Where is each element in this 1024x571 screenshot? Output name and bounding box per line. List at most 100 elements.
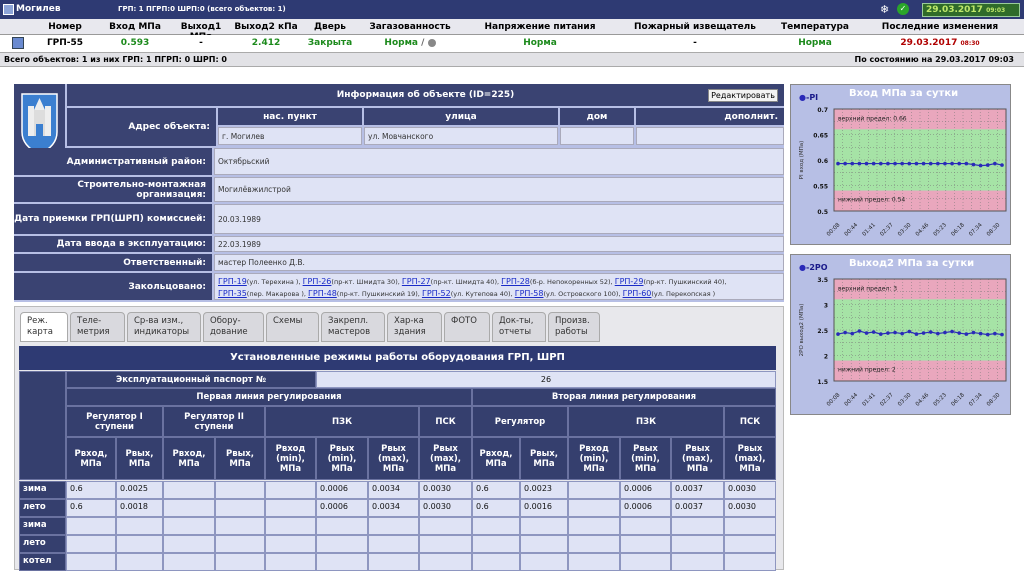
data-point — [971, 162, 976, 167]
subheader-7: Pвых (max), МПа — [419, 437, 472, 480]
tab-4[interactable]: Схемы — [266, 312, 319, 342]
ring-link[interactable]: ГРП-29 — [615, 277, 644, 286]
tab-1[interactable]: Теле- метрия — [70, 312, 125, 342]
mode-cell: 0.0037 — [671, 481, 724, 499]
mode-cell: 0.0006 — [316, 481, 368, 499]
edit-button[interactable]: Редактировать — [708, 89, 778, 102]
row-door: Закрыта — [307, 38, 353, 48]
data-point — [836, 161, 840, 166]
summary-left: Всего объектов: 1 из них ГРП: 1 ПГРП: 0 … — [4, 55, 227, 64]
pzk2-header: ПЗК — [568, 406, 724, 437]
tab-6[interactable]: Хар-ка здания — [387, 312, 442, 342]
addr-col-extra: дополнит. — [636, 108, 784, 125]
object-icon[interactable] — [12, 37, 24, 49]
snowflake-icon[interactable]: ❄ — [880, 3, 889, 16]
col-out2[interactable]: Выход2 кПа — [234, 22, 298, 32]
ring-link[interactable]: ГРП-60 — [623, 289, 652, 298]
mode-cell — [472, 535, 520, 553]
city-title[interactable]: Могилев — [16, 4, 61, 14]
mode-cell: 0.0034 — [368, 499, 419, 517]
data-point — [907, 329, 912, 334]
ring-link[interactable]: ГРП-52 — [422, 289, 451, 298]
col-in[interactable]: Вход МПа — [103, 22, 167, 32]
x-tick-label: 06:18 — [950, 222, 966, 238]
ring-link[interactable]: ГРП-28 — [501, 277, 530, 286]
y-tick-label: 3 — [824, 303, 828, 310]
mode-cell — [620, 553, 671, 571]
row-label-stub — [19, 371, 66, 480]
col-door[interactable]: Дверь — [300, 22, 360, 32]
mode-cell — [116, 517, 163, 535]
ring-address: (ул. Терехина ), — [246, 278, 303, 286]
mode-cell — [316, 535, 368, 553]
tab-3[interactable]: Обору- дование — [203, 312, 264, 342]
org-value: Могилёвжилстрой — [214, 177, 784, 202]
mode-cell — [265, 553, 316, 571]
x-tick-label: 04:46 — [915, 222, 931, 238]
data-point — [971, 330, 976, 335]
mode-cell: 0.0034 — [368, 481, 419, 499]
data-point — [843, 161, 847, 166]
x-tick-label: 04:46 — [915, 392, 931, 408]
ring-address: (ул. Перекопская ) — [651, 290, 716, 298]
mode-cell — [472, 553, 520, 571]
col-power[interactable]: Напряжение питания — [460, 22, 620, 32]
info-title: Информация об объекте (ID=225) — [67, 84, 784, 106]
y-tick-label: 1.5 — [817, 379, 828, 386]
tab-9[interactable]: Произв. работы — [548, 312, 600, 342]
mode-cell — [520, 553, 568, 571]
district-value: Октябрьский — [214, 148, 784, 175]
org-label: Строительно-монтажная организация: — [14, 177, 212, 202]
addr-col-street: улица — [364, 108, 558, 125]
tab-5[interactable]: Закрепл. мастеров — [321, 312, 385, 342]
tab-2[interactable]: Ср-ва изм., индикаторы — [127, 312, 201, 342]
mode-cell: 0.0025 — [116, 481, 163, 499]
mode-cell — [419, 553, 472, 571]
row-number[interactable]: ГРП-55 — [30, 38, 100, 48]
data-point — [993, 161, 997, 166]
data-point — [864, 331, 869, 335]
y-tick-label: 0.7 — [817, 107, 828, 114]
mode-cell — [419, 517, 472, 535]
data-point — [843, 330, 847, 335]
mode-row-label: котел — [19, 553, 66, 571]
row-temp: Норма — [798, 38, 832, 48]
mode-cell — [724, 535, 776, 553]
col-changes[interactable]: Последние изменения — [860, 22, 1020, 32]
commission-date-value: 22.03.1989 — [214, 236, 784, 252]
x-tick-label: 07:34 — [968, 392, 984, 408]
data-point — [893, 161, 897, 166]
ring-link[interactable]: ГРП-48 — [308, 289, 337, 298]
addr-col-house: дом — [560, 108, 634, 125]
data-point — [850, 331, 855, 336]
tab-8[interactable]: Док-ты, отчеты — [492, 312, 546, 342]
col-gas[interactable]: Загазованность — [360, 22, 460, 32]
col-number[interactable]: Номер — [30, 22, 100, 32]
col-temp[interactable]: Температура — [770, 22, 860, 32]
ring-link[interactable]: ГРП-19 — [218, 277, 247, 286]
ring-link[interactable]: ГРП-26 — [303, 277, 332, 286]
tab-7[interactable]: ФОТО — [444, 312, 490, 342]
tab-0[interactable]: Реж. карта — [20, 312, 68, 342]
ring-link[interactable]: ГРП-27 — [402, 277, 431, 286]
reg2-header: Регулятор II ступени — [163, 406, 265, 437]
passport-label: Эксплуатационный паспорт № — [66, 371, 316, 388]
mode-cell: 0.6 — [472, 499, 520, 517]
subheader-11: Pвых (min), МПа — [620, 437, 671, 480]
data-point — [978, 163, 983, 168]
subheader-0: Pвход, МПа — [66, 437, 116, 480]
ring-link[interactable]: ГРП-58 — [515, 289, 544, 298]
reg-line2-header: Регулятор — [472, 406, 568, 437]
col-fire[interactable]: Пожарный извещатель — [620, 22, 770, 32]
mode-cell — [472, 517, 520, 535]
app-icon — [3, 4, 14, 15]
x-tick-label: 07:34 — [968, 222, 984, 238]
mode-cell — [163, 553, 215, 571]
object-counts: ГРП: 1 ПГРП:0 ШРП:0 (всего объектов: 1) — [118, 5, 286, 13]
ring-link[interactable]: ГРП-35 — [218, 289, 247, 298]
reg1-header: Регулятор I ступени — [66, 406, 163, 437]
data-point — [957, 331, 962, 335]
table-row[interactable]: ГРП-55 0.593 - 2.412 Закрыта Норма / Нор… — [0, 35, 1024, 52]
data-point — [936, 331, 940, 336]
data-point — [957, 161, 962, 166]
